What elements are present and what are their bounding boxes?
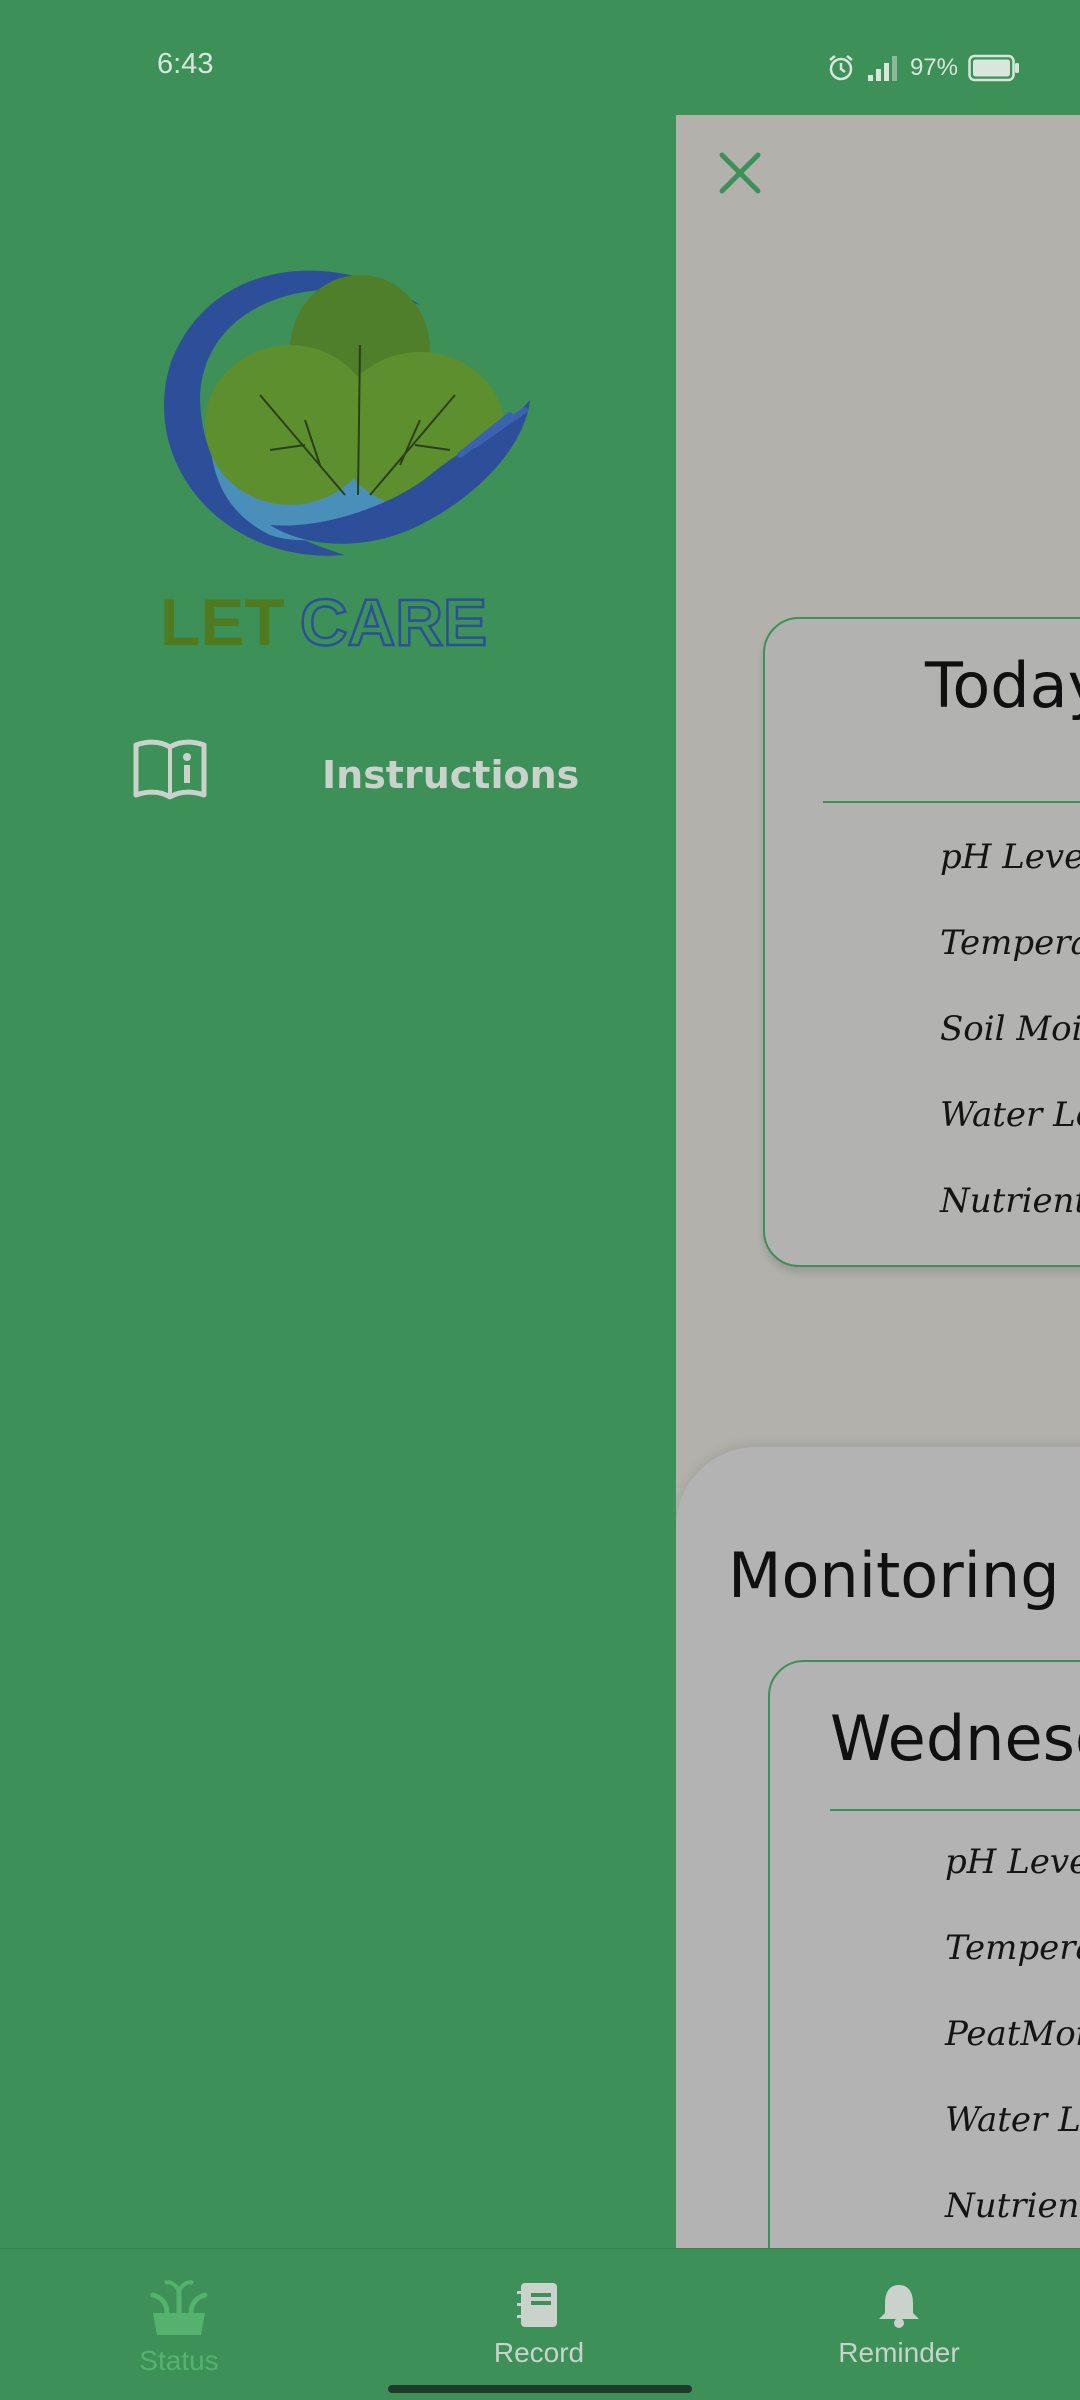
logo-text-let: LET (160, 585, 285, 659)
metric-temperature: Temperature (940, 923, 1080, 963)
book-info-icon (133, 739, 207, 800)
metric-soil-moisture: Soil Moisture (940, 1009, 1080, 1049)
metric-water-level: Water Level (940, 1095, 1080, 1135)
home-indicator[interactable] (388, 2385, 692, 2393)
battery-percent: 97% (909, 54, 958, 81)
metric-ph-level: pH Level (940, 837, 1080, 877)
nav-label-status: Status (139, 2345, 219, 2376)
status-time: 6:43 (157, 48, 214, 80)
battery-icon (968, 54, 1019, 82)
app-logo: LET CARE (130, 195, 550, 665)
metric-water-level: Water Level (945, 2100, 1080, 2140)
status-icons: 97% (826, 50, 1020, 86)
divider (830, 1809, 1080, 1811)
instructions-label: Instructions (322, 753, 580, 797)
drawer-item-instructions[interactable]: Instructions (130, 727, 610, 817)
nav-item-reminder[interactable]: Reminder (769, 2249, 1029, 2379)
metric-peat-moisture: PeatMoisture (945, 2014, 1080, 2054)
weekly-card: Wednesday pH Level Temperature PeatMoist… (768, 1660, 1080, 2248)
notebook-icon (517, 2283, 557, 2327)
metric-temperature: Temperature (945, 1928, 1080, 1968)
monitoring-title: Monitoring Status (728, 1539, 1080, 1612)
logo-text-care: CARE (300, 585, 487, 659)
weekly-day-title: Wednesday (830, 1702, 1080, 1775)
today-title: Today (925, 649, 1080, 722)
signal-icon (867, 56, 897, 81)
metric-nutrients: Nutrients (945, 2186, 1080, 2226)
nav-item-status[interactable]: Status (49, 2249, 309, 2379)
alarm-icon (829, 55, 853, 81)
nav-label-record: Record (493, 2337, 585, 2368)
bottom-navigation: Status Record Reminder (0, 2248, 1080, 2400)
nav-label-reminder: Reminder (838, 2337, 960, 2368)
sprout-icon (150, 2280, 208, 2335)
metric-ph-level: pH Level (945, 1842, 1080, 1882)
monitoring-status-panel: Monitoring Status Wednesday pH Level Tem… (676, 1447, 1080, 2248)
today-card: Today pH Level Temperature Soil Moisture… (763, 617, 1080, 1267)
navigation-drawer: LET CARE Instructions (0, 115, 676, 2248)
close-icon[interactable] (712, 145, 768, 201)
bell-icon (879, 2285, 919, 2328)
metric-nutrients: Nutrients (940, 1181, 1080, 1221)
status-bar: 6:43 97% (0, 0, 1080, 115)
nav-item-record[interactable]: Record (409, 2249, 669, 2379)
main-content-dimmed[interactable]: Today pH Level Temperature Soil Moisture… (676, 115, 1080, 2248)
divider (823, 801, 1080, 803)
